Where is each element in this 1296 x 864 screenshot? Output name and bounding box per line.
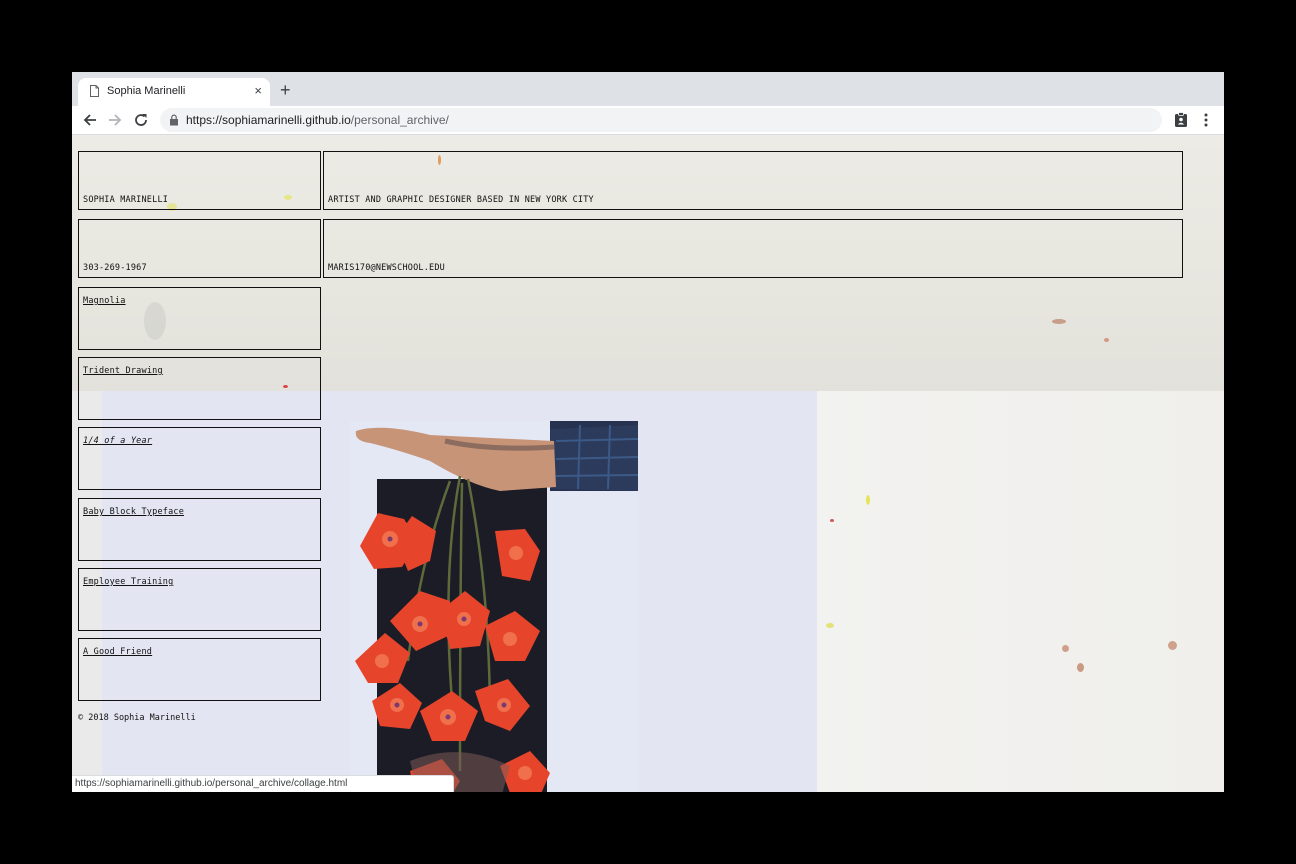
paint-speck bbox=[1104, 338, 1109, 342]
page-icon bbox=[90, 85, 99, 97]
project-link-a-good-friend[interactable]: A Good Friend bbox=[83, 647, 152, 657]
paint-speck bbox=[1052, 319, 1066, 324]
phone-number: 303-269-1967 bbox=[83, 263, 147, 273]
project-link-baby-block-typeface[interactable]: Baby Block Typeface bbox=[83, 507, 184, 517]
new-tab-button[interactable]: + bbox=[280, 81, 291, 99]
forward-arrow-icon[interactable] bbox=[105, 110, 125, 130]
address-url: https://sophiamarinelli.github.io/person… bbox=[186, 113, 449, 127]
reload-icon[interactable] bbox=[131, 110, 151, 130]
url-host: https://sophiamarinelli.github.io bbox=[186, 113, 351, 127]
flower-collage-image[interactable] bbox=[350, 421, 638, 792]
site-owner-name: SOPHIA MARINELLI bbox=[83, 195, 169, 205]
close-tab-icon[interactable]: × bbox=[254, 83, 262, 99]
email-address: MARIS170@NEWSCHOOL.EDU bbox=[328, 263, 445, 273]
tagline: ARTIST AND GRAPHIC DESIGNER BASED IN NEW… bbox=[328, 195, 594, 205]
back-arrow-icon[interactable] bbox=[80, 110, 100, 130]
paint-speck bbox=[1168, 641, 1177, 650]
phone-cell: 303-269-1967 bbox=[78, 219, 321, 278]
project-cell-trident-drawing: Trident Drawing bbox=[78, 357, 321, 420]
paint-speck bbox=[830, 519, 834, 522]
browser-window: Sophia Marinelli × + https://sophiamarin… bbox=[72, 72, 1224, 792]
paint-speck bbox=[826, 623, 834, 628]
name-cell: SOPHIA MARINELLI bbox=[78, 151, 321, 210]
project-link-trident-drawing[interactable]: Trident Drawing bbox=[83, 366, 163, 376]
project-cell-a-good-friend: A Good Friend bbox=[78, 638, 321, 701]
tab-title: Sophia Marinelli bbox=[107, 85, 186, 97]
menu-kebab-icon[interactable] bbox=[1198, 110, 1214, 130]
email-cell: MARIS170@NEWSCHOOL.EDU bbox=[323, 219, 1183, 278]
project-link-magnolia[interactable]: Magnolia bbox=[83, 296, 126, 306]
address-bar[interactable]: https://sophiamarinelli.github.io/person… bbox=[160, 108, 1162, 132]
project-link-quarter-year[interactable]: 1/4 of a Year bbox=[83, 436, 152, 446]
url-path: /personal_archive/ bbox=[350, 113, 449, 127]
project-link-employee-training[interactable]: Employee Training bbox=[83, 577, 173, 587]
tagline-cell: ARTIST AND GRAPHIC DESIGNER BASED IN NEW… bbox=[323, 151, 1183, 210]
tab-strip: Sophia Marinelli × + bbox=[72, 72, 1224, 106]
project-cell-magnolia: Magnolia bbox=[78, 287, 321, 350]
browser-toolbar: https://sophiamarinelli.github.io/person… bbox=[72, 106, 1224, 135]
copyright: © 2018 Sophia Marinelli bbox=[78, 713, 196, 723]
project-cell-employee-training: Employee Training bbox=[78, 568, 321, 631]
paint-speck bbox=[1062, 645, 1069, 652]
clipboard-extension-icon[interactable] bbox=[1171, 110, 1191, 130]
page-viewport: SOPHIA MARINELLI ARTIST AND GRAPHIC DESI… bbox=[72, 135, 1224, 792]
paint-speck bbox=[866, 495, 870, 505]
paint-speck bbox=[1077, 663, 1084, 672]
lock-icon bbox=[170, 114, 178, 126]
project-cell-baby-block-typeface: Baby Block Typeface bbox=[78, 498, 321, 561]
status-bar-url: https://sophiamarinelli.github.io/person… bbox=[72, 775, 454, 792]
project-cell-quarter-year: 1/4 of a Year bbox=[78, 427, 321, 490]
browser-tab[interactable]: Sophia Marinelli × bbox=[78, 78, 270, 106]
